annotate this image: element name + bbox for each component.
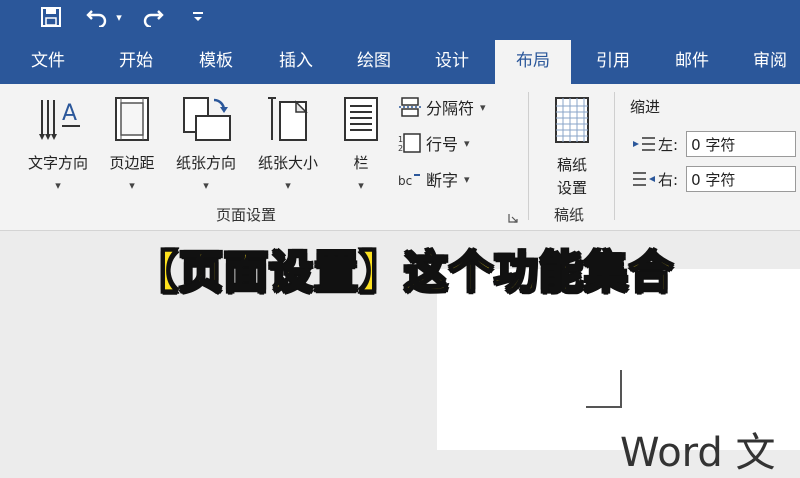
chevron-down-icon: ▾	[464, 136, 470, 150]
chevron-down-icon: ▾	[129, 179, 135, 192]
indent-left-row: 左: 0 字符	[632, 130, 797, 158]
tab-review[interactable]: 审阅	[738, 38, 800, 84]
margins-icon	[115, 97, 149, 141]
tab-design[interactable]: 设计	[420, 38, 484, 84]
overlay-caption: 【页面设置】这个功能集合	[133, 246, 674, 299]
margins-button[interactable]: 页边距 ▾	[100, 94, 164, 192]
breaks-button[interactable]: 分隔符 ▾	[398, 94, 486, 120]
chevron-down-icon: ▾	[203, 179, 209, 192]
line-numbers-button[interactable]: 1 2 行号 ▾	[398, 130, 470, 156]
line-numbers-icon: 1 2	[398, 133, 421, 153]
line-numbers-label: 行号	[426, 135, 459, 154]
ribbon-panel: A 文字方向 ▾ 页边距 ▾ 纸张方向 ▾ 纸张大小 ▾ 栏 ▾ 分隔符 ▾ 1…	[0, 84, 800, 231]
orientation-button[interactable]: 纸张方向 ▾	[166, 94, 246, 192]
orientation-icon	[183, 97, 231, 141]
indent-left-label: 左:	[658, 135, 679, 154]
hyphenation-icon: bc	[398, 174, 420, 188]
breaks-label: 分隔符	[426, 99, 475, 118]
indent-left-input[interactable]: 0 字符	[686, 131, 797, 157]
tab-templates[interactable]: 模板	[184, 38, 248, 84]
hyphenation-button[interactable]: bc 断字 ▾	[398, 166, 470, 192]
columns-label: 栏	[353, 154, 369, 172]
indent-right-label: 右:	[658, 170, 679, 189]
manuscript-settings-button[interactable]: 稿纸 设置	[540, 96, 604, 198]
tab-home[interactable]: 开始	[104, 38, 168, 84]
indent-title: 缩进	[630, 98, 661, 116]
customize-qat-icon[interactable]	[190, 4, 206, 30]
columns-button[interactable]: 栏 ▾	[336, 94, 386, 192]
manuscript-group-label: 稿纸	[554, 206, 585, 224]
page-setup-group-label: 页面设置	[216, 206, 277, 224]
page-size-button[interactable]: 纸张大小 ▾	[250, 94, 326, 192]
undo-dropdown-icon[interactable]: ▾	[113, 4, 125, 30]
undo-icon[interactable]	[84, 4, 110, 30]
chevron-down-icon: ▾	[285, 179, 291, 192]
margins-label: 页边距	[109, 154, 155, 172]
tab-layout[interactable]: 布局	[495, 40, 571, 86]
ribbon-tab-bar: 文件 开始 模板 插入 绘图 设计 布局 引用 邮件 审阅	[0, 38, 800, 86]
tab-file[interactable]: 文件	[18, 38, 78, 84]
margin-corner-mark	[586, 370, 622, 408]
manuscript-icon	[555, 97, 589, 143]
chevron-down-icon: ▾	[358, 179, 364, 192]
text-direction-icon: A	[39, 100, 80, 140]
indent-left-icon	[633, 137, 655, 151]
breaks-icon	[399, 97, 421, 117]
indent-right-row: 右: 0 字符	[632, 165, 797, 193]
text-direction-button[interactable]: A 文字方向 ▾	[20, 94, 96, 192]
chevron-down-icon: ▾	[464, 172, 470, 186]
text-direction-label: 文字方向	[27, 154, 88, 172]
save-icon[interactable]	[38, 4, 64, 30]
page-size-label: 纸张大小	[257, 154, 318, 172]
title-bar: ▾	[0, 0, 800, 38]
chevron-down-icon: ▾	[55, 179, 61, 192]
svg-text:bc: bc	[398, 174, 412, 188]
manuscript-label-line2: 设置	[556, 179, 587, 197]
tab-draw[interactable]: 绘图	[342, 38, 406, 84]
columns-icon	[344, 97, 378, 141]
manuscript-label-line1: 稿纸	[556, 156, 587, 174]
indent-right-icon	[633, 172, 655, 186]
tab-insert[interactable]: 插入	[264, 38, 328, 84]
group-divider	[614, 92, 615, 220]
svg-text:2: 2	[398, 144, 403, 153]
tab-references[interactable]: 引用	[581, 38, 645, 84]
document-text: Word 文	[620, 430, 776, 476]
chevron-down-icon: ▾	[480, 100, 486, 114]
svg-text:1: 1	[398, 135, 403, 144]
indent-right-input[interactable]: 0 字符	[686, 166, 797, 192]
redo-icon[interactable]	[140, 4, 166, 30]
orientation-label: 纸张方向	[175, 154, 236, 172]
hyphenation-label: 断字	[426, 171, 459, 190]
dialog-launcher-icon[interactable]	[508, 208, 518, 223]
svg-text:A: A	[62, 101, 77, 126]
page-size-icon	[268, 97, 308, 141]
group-divider	[528, 92, 529, 220]
tab-mailings[interactable]: 邮件	[660, 38, 724, 84]
